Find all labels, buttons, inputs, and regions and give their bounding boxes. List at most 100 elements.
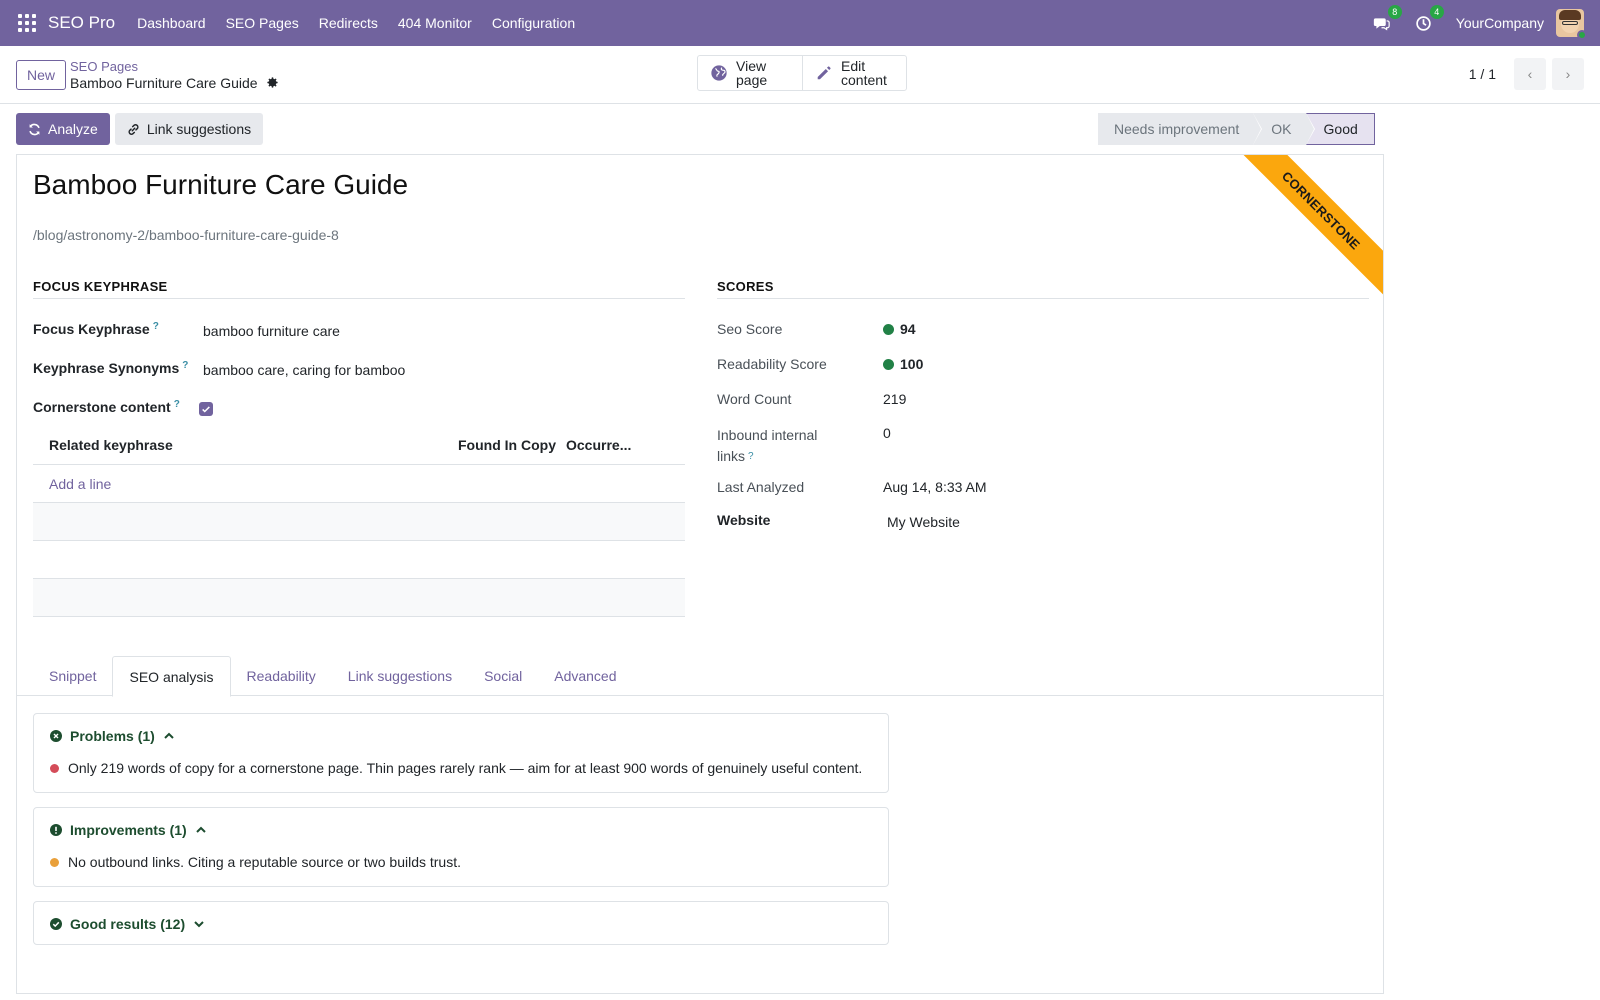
column-occurrences[interactable]: Occurre... [566,437,631,453]
table-header: Related keyphrase Found In Copy Occurre.… [33,425,685,465]
top-navbar: SEO Pro Dashboard SEO Pages Redirects 40… [0,0,1600,46]
smart-buttons: View page Edit content [697,55,907,91]
new-button[interactable]: New [16,59,67,90]
page-url: /blog/astronomy-2/bamboo-furniture-care-… [33,227,339,243]
pager-next-button[interactable]: › [1552,58,1584,90]
add-line-row: Add a line [33,465,685,503]
good-results-toggle[interactable]: Good results (12) [34,902,888,932]
pager: 1 / 1 ‹ › [1469,58,1584,90]
problems-card: Problems (1) Only 219 words of copy for … [33,713,889,793]
problems-title: Problems (1) [70,728,155,744]
stage-needs-improvement[interactable]: Needs improvement [1098,113,1263,145]
related-keyphrase-table: Related keyphrase Found In Copy Occurre.… [33,425,685,617]
menu-redirects[interactable]: Redirects [319,15,378,31]
x-circle-icon [50,730,62,742]
tab-social[interactable]: Social [468,656,538,696]
analyze-button[interactable]: Analyze [16,113,110,145]
help-icon[interactable]: ? [153,321,159,332]
pager-value[interactable]: 1 / 1 [1469,66,1496,82]
cornerstone-checkbox[interactable] [199,402,213,416]
checkmark-icon [202,406,210,413]
status-dot-icon [883,324,894,335]
chevron-down-icon [194,921,204,928]
refresh-icon [29,123,40,135]
edit-content-button[interactable]: Edit content [802,56,906,90]
problems-toggle[interactable]: Problems (1) [34,714,888,744]
status-dot-icon [883,359,894,370]
improvements-title: Improvements (1) [70,822,187,838]
improvement-bullet-icon [50,857,59,867]
view-page-label-1: View [736,58,767,74]
tab-seo-analysis[interactable]: SEO analysis [112,656,231,697]
problem-item: Only 219 words of copy for a cornerstone… [34,744,888,776]
improvements-toggle[interactable]: Improvements (1) [34,808,888,838]
tab-snippet[interactable]: Snippet [33,656,112,696]
improvement-item: No outbound links. Citing a reputable so… [34,838,888,870]
edit-content-label-2: content [841,72,887,88]
chevron-left-icon: ‹ [1527,66,1533,82]
website-label: Website [717,512,771,528]
user-avatar[interactable] [1556,9,1587,40]
menu-dashboard[interactable]: Dashboard [137,15,206,31]
problem-bullet-icon [50,763,59,773]
add-a-line-link[interactable]: Add a line [33,476,111,492]
apps-menu-icon[interactable] [18,14,36,32]
word-count-value: 219 [883,391,907,407]
view-page-button[interactable]: View page [698,56,802,90]
form-sheet: CORNERSTONE Bamboo Furniture Care Guide … [16,154,1384,994]
table-row [33,579,685,617]
readability-score-value: 100 [883,356,923,372]
improvement-text: No outbound links. Citing a reputable so… [68,854,461,870]
check-circle-icon [50,918,62,930]
keyphrase-synonyms-field[interactable]: bamboo care, caring for bamboo [203,362,405,378]
breadcrumb: SEO Pages Bamboo Furniture Care Guide [70,59,279,91]
good-results-title: Good results (12) [70,916,186,932]
website-field[interactable]: My Website [887,514,960,530]
cornerstone-content-label: Cornerstone content? [33,399,180,415]
column-related-keyphrase[interactable]: Related keyphrase [33,437,458,453]
focus-keyphrase-heading: FOCUS KEYPHRASE [33,279,685,299]
pager-previous-button[interactable]: ‹ [1514,58,1546,90]
focus-keyphrase-label: Focus Keyphrase? [33,321,159,337]
tab-readability[interactable]: Readability [231,656,332,696]
messages-count-badge: 8 [1387,5,1402,19]
seo-score-label: Seo Score [717,321,783,337]
edit-content-label-1: Edit [841,58,866,74]
view-page-label-2: page [736,72,768,88]
link-suggestions-button[interactable]: Link suggestions [114,113,264,145]
last-analyzed-label: Last Analyzed [717,479,805,495]
scores-heading: SCORES [717,279,1369,299]
company-switcher[interactable]: YourCompany [1456,15,1544,31]
breadcrumb-parent-link[interactable]: SEO Pages [70,59,279,75]
menu-configuration[interactable]: Configuration [492,15,575,31]
column-found-in-copy[interactable]: Found In Copy [458,437,566,453]
chevron-up-icon [164,732,174,739]
table-row [33,503,685,541]
activities-clock-icon[interactable]: 4 [1414,5,1444,33]
word-count-label: Word Count [717,391,792,407]
help-icon[interactable]: ? [174,399,180,410]
last-analyzed-value: Aug 14, 8:33 AM [883,479,987,495]
menu-seo-pages[interactable]: SEO Pages [226,15,299,31]
menu-404-monitor[interactable]: 404 Monitor [398,15,472,31]
tab-advanced[interactable]: Advanced [538,656,632,696]
keyphrase-synonyms-label: Keyphrase Synonyms? [33,360,189,376]
help-icon[interactable]: ? [182,360,188,371]
stage-good[interactable]: Good [1305,113,1375,145]
tab-link-suggestions[interactable]: Link suggestions [332,656,468,696]
seo-score-value: 94 [883,321,916,337]
status-stages: Needs improvement OK Good [1098,113,1375,145]
problem-text: Only 219 words of copy for a cornerstone… [68,760,863,776]
page-title[interactable]: Bamboo Furniture Care Guide [33,169,408,201]
gear-icon[interactable] [266,76,279,89]
breadcrumb-current: Bamboo Furniture Care Guide [70,74,258,91]
chevron-right-icon: › [1565,66,1571,82]
online-status-indicator [1577,30,1587,40]
messages-icon[interactable]: 8 [1372,5,1402,33]
focus-keyphrase-field[interactable]: bamboo furniture care [203,323,340,339]
exclamation-circle-icon [50,824,62,836]
help-icon[interactable]: ? [748,451,754,462]
app-title[interactable]: SEO Pro [48,13,115,33]
inbound-links-label: Inbound internal links? [717,427,818,464]
link-icon [128,123,139,135]
